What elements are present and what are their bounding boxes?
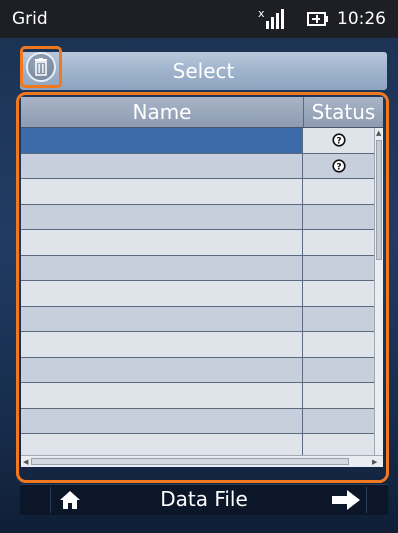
scroll-right-icon[interactable]: ▶ — [372, 458, 377, 466]
cell-status: ? — [303, 154, 374, 179]
table-row[interactable]: ? — [21, 153, 374, 179]
cell-status — [303, 358, 374, 383]
question-icon: ? — [331, 133, 346, 147]
cell-status — [303, 281, 374, 306]
separator — [366, 487, 367, 513]
no-signal-icon: x — [258, 7, 284, 29]
table-row[interactable]: ? — [21, 128, 374, 154]
cell-name — [21, 383, 303, 408]
cell-status — [303, 409, 374, 434]
app-title: Grid — [12, 9, 48, 29]
cell-status — [303, 332, 374, 357]
next-button[interactable] — [326, 485, 366, 515]
table-row[interactable] — [21, 179, 374, 205]
column-header-status[interactable]: Status — [304, 97, 383, 127]
data-grid[interactable]: Name Status ?? ▲ ◀ ▶ — [21, 97, 383, 467]
svg-text:?: ? — [336, 162, 341, 172]
horizontal-scroll-thumb[interactable] — [31, 458, 349, 465]
table-row[interactable] — [21, 230, 374, 256]
arrow-right-icon — [332, 490, 360, 510]
cell-status — [303, 179, 374, 204]
cell-name — [21, 230, 303, 255]
trash-icon — [26, 52, 56, 82]
table-row[interactable] — [21, 255, 374, 281]
svg-text:x: x — [258, 7, 265, 20]
cell-name — [21, 255, 303, 280]
vertical-scroll-thumb[interactable] — [376, 140, 382, 260]
table-row[interactable] — [21, 204, 374, 230]
battery-charging-icon — [307, 12, 328, 26]
header-panel: Select — [20, 52, 387, 90]
cell-status — [303, 205, 374, 230]
cell-name — [21, 153, 303, 178]
scroll-left-icon[interactable]: ◀ — [23, 458, 28, 466]
grid-header: Name Status — [21, 97, 383, 128]
cell-status — [303, 256, 374, 281]
table-row[interactable] — [21, 332, 374, 358]
cell-name — [21, 332, 303, 357]
cell-name — [21, 204, 303, 229]
cell-status: ? — [303, 128, 374, 153]
question-icon: ? — [331, 159, 346, 173]
grid-rows: ?? — [21, 128, 374, 460]
scroll-up-icon[interactable]: ▲ — [376, 129, 381, 137]
page-title: Select — [172, 59, 235, 83]
table-row[interactable] — [21, 281, 374, 307]
cell-name — [21, 357, 303, 382]
table-row[interactable] — [21, 383, 374, 409]
cell-status — [303, 383, 374, 408]
bottom-bar: Data File — [20, 484, 388, 515]
column-header-name[interactable]: Name — [21, 97, 304, 127]
table-row[interactable] — [21, 306, 374, 332]
home-icon — [60, 491, 80, 509]
vertical-scrollbar[interactable]: ▲ — [374, 128, 383, 455]
table-row[interactable] — [21, 408, 374, 434]
delete-button[interactable] — [20, 46, 62, 88]
cell-status — [303, 307, 374, 332]
home-button[interactable] — [50, 485, 90, 515]
clock: 10:26 — [337, 9, 386, 29]
status-bar: Grid x 10:26 — [0, 0, 398, 38]
table-row[interactable] — [21, 357, 374, 383]
cell-status — [303, 230, 374, 255]
horizontal-scrollbar[interactable]: ◀ ▶ — [21, 455, 383, 467]
cell-name — [21, 128, 303, 153]
svg-text:?: ? — [336, 137, 341, 147]
cell-name — [21, 306, 303, 331]
cell-name — [21, 179, 303, 204]
cell-name — [21, 281, 303, 306]
cell-name — [21, 408, 303, 433]
